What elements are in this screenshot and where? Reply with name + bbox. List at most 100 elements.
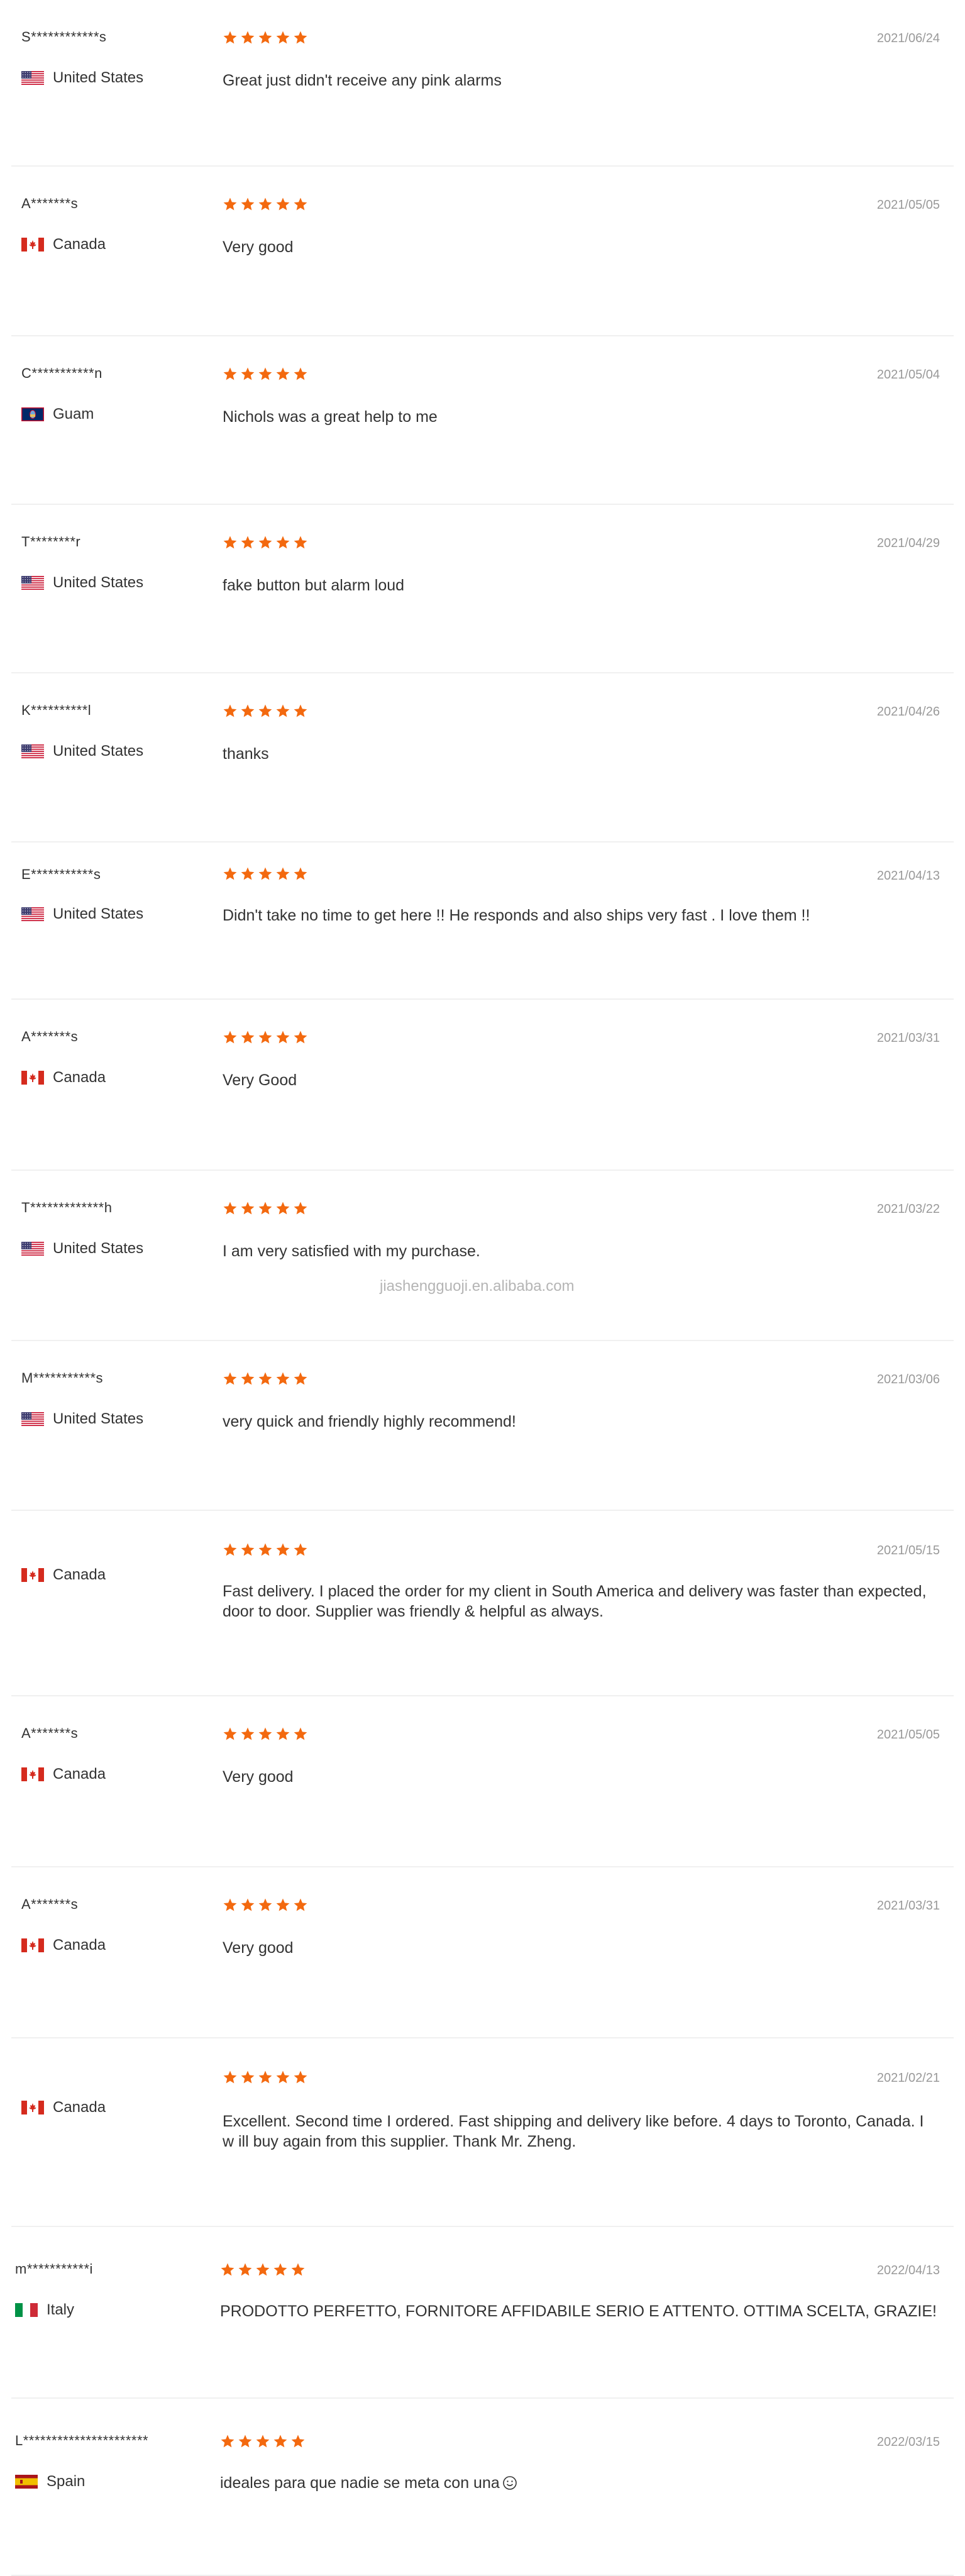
country-name: Canada [53,1766,106,1783]
star-icon [293,866,308,882]
star-icon [275,1201,290,1216]
review-date: 2021/06/24 [876,31,940,45]
review-comment: very quick and friendly highly recommend… [223,1412,939,1432]
buyer-country: Italy [15,2301,74,2319]
flag-gu-icon [21,407,44,421]
star-rating [223,30,308,45]
review-comment-text: thanks [223,745,269,763]
star-icon [258,2070,273,2085]
star-icon [223,367,238,382]
star-icon [258,535,273,550]
review-date: 2021/02/21 [876,2071,940,2085]
review-comment-text: fake button but alarm loud [223,577,405,594]
flag-ca-icon [21,1938,44,1952]
star-icon [275,704,290,719]
star-rating [223,1542,308,1557]
star-icon [240,535,255,550]
country-name: United States [53,1410,144,1427]
star-icon [293,1201,308,1216]
review-comment: I am very satisfied with my purchase. [223,1241,939,1261]
buyer-country: United States [21,905,143,923]
star-icon [293,535,308,550]
star-icon [258,1727,273,1742]
buyer-name: C***********n [21,365,102,381]
review-date: 2022/03/15 [876,2435,940,2449]
buyer-country: United States [21,1240,143,1258]
star-icon [275,2070,290,2085]
review-item: L********************** Spain 2022/03/15 i… [0,2399,965,2576]
review-comment-text: Very good [223,238,294,256]
review-item: A*******s Canada 2021/03/31 Very good [0,1867,965,2038]
star-icon [223,197,238,212]
star-icon [240,1727,255,1742]
star-icon [258,1542,273,1557]
star-icon [240,1201,255,1216]
country-name: United States [53,69,144,86]
star-icon [240,1030,255,1045]
star-icon [223,1542,238,1557]
star-rating [223,866,308,882]
star-icon [240,1542,255,1557]
review-date: 2021/04/26 [876,705,940,719]
star-icon [258,866,273,882]
review-date: 2021/04/29 [876,536,940,550]
star-icon [240,866,255,882]
review-item: A*******s Canada 2021/03/31 Very Good [0,1000,965,1171]
star-icon [290,2262,306,2277]
review-comment: Excellent. Second time I ordered. Fast s… [223,2111,939,2152]
review-item: C***********n Guam 2021/05/04 Nichols was … [0,336,965,505]
buyer-name: K**********l [21,702,92,718]
star-icon [275,367,290,382]
star-icon [293,197,308,212]
buyer-name: L********************** [15,2433,149,2448]
star-icon [255,2434,270,2449]
review-date: 2021/05/04 [876,368,940,382]
star-rating [223,2070,308,2085]
review-date: 2021/03/22 [876,1202,940,1216]
review-comment-text: Fast delivery. I placed the order for my… [223,1583,927,1620]
reviews-page: { "colors": { "star": "#f3690f", "date":… [0,0,965,2576]
country-name: Canada [53,1069,106,1086]
review-date: 2021/05/15 [876,1544,940,1557]
star-icon [275,197,290,212]
flag-ca-icon [21,238,44,252]
buyer-name: A*******s [21,1725,79,1741]
buyer-name: E***********s [21,866,101,882]
review-date: 2021/05/05 [876,198,940,212]
buyer-country: Canada [21,1937,106,1954]
review-comment: fake button but alarm loud [223,575,939,595]
flag-us-icon [21,1242,44,1256]
country-name: United States [53,743,144,760]
star-icon [255,2262,270,2277]
star-icon [223,866,238,882]
flag-us-icon [21,907,44,921]
country-name: Spain [47,2473,85,2490]
star-icon [240,1898,255,1913]
star-icon [275,1898,290,1913]
star-icon [293,367,308,382]
star-icon [223,1898,238,1913]
star-icon [275,30,290,45]
star-rating [223,704,308,719]
buyer-name: A*******s [21,1896,79,1912]
star-rating [223,367,308,382]
country-name: United States [53,905,144,922]
review-comment-text: Great just didn't receive any pink alarm… [223,72,502,89]
flag-us-icon [21,71,44,85]
star-icon [240,197,255,212]
review-comment: Very Good [223,1070,939,1090]
flag-it-icon [15,2303,38,2317]
country-name: Italy [47,2301,75,2318]
buyer-name: m***********i [15,2261,93,2277]
star-icon [258,1898,273,1913]
star-rating [223,197,308,212]
star-icon [240,1371,255,1386]
star-icon [223,1201,238,1216]
star-rating [223,1201,308,1216]
buyer-country: United States [21,1410,143,1428]
review-date: 2022/04/13 [876,2264,940,2277]
buyer-country: United States [21,574,143,592]
buyer-name: M***********s [21,1370,104,1386]
country-name: Canada [53,236,106,253]
country-name: Guam [53,406,94,423]
